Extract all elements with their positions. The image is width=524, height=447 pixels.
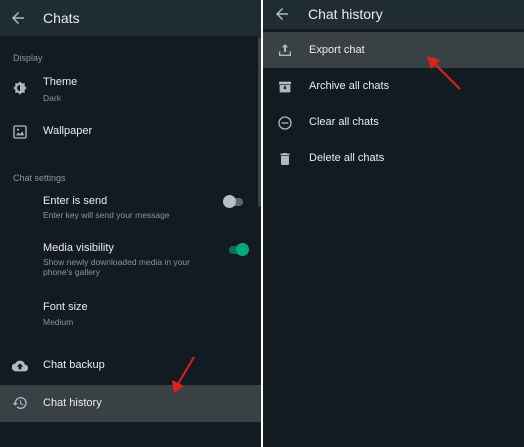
- chats-settings-panel: Chats Display Theme Dark Wallpaper Chat …: [0, 0, 261, 447]
- chat-history-panel: Chat history Export chat Archive all cha…: [263, 0, 524, 447]
- annotation-arrow: [427, 56, 461, 90]
- annotation-arrow: [172, 356, 195, 393]
